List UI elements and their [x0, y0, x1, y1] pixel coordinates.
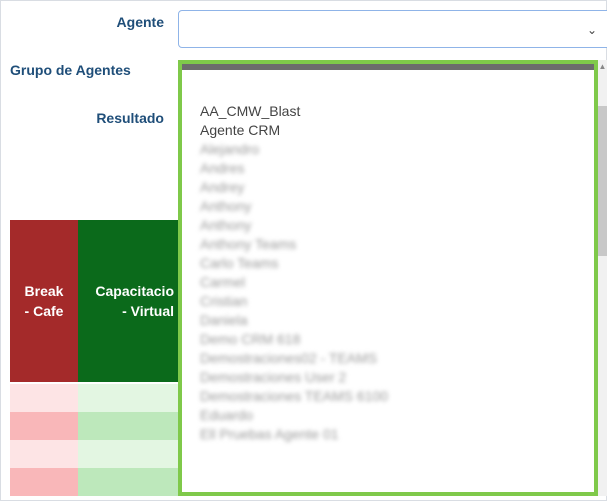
grupo-de-agentes-label: Grupo de Agentes	[10, 62, 131, 78]
capacitacion-virtual-header: Capacitacio - Virtual	[78, 220, 178, 382]
scroll-up-arrow-icon[interactable]: ▲	[598, 62, 607, 72]
dropdown-option[interactable]: Alejandro	[200, 140, 574, 159]
chevron-down-icon: ⌄	[586, 23, 597, 37]
dropdown-option[interactable]: Demo CRM 618	[200, 330, 574, 349]
dropdown-option[interactable]: Eduardo	[200, 406, 574, 425]
dropdown-option[interactable]: Demostraciones TEAMS 6100	[200, 387, 574, 406]
scrollbar-thumb[interactable]	[598, 106, 607, 256]
break-header-line1: Break	[24, 283, 64, 299]
dropdown-option[interactable]: Anthony Teams	[200, 235, 574, 254]
dropdown-option[interactable]: Andres	[200, 159, 574, 178]
table-cell-capacitacion	[78, 384, 178, 412]
dropdown-option[interactable]: Cristian	[200, 292, 574, 311]
cap-header-line1: Capacitacio	[95, 283, 174, 299]
table-cell-capacitacion	[78, 440, 178, 468]
dropdown-option[interactable]: Carlo Teams	[200, 254, 574, 273]
resultado-label: Resultado	[96, 110, 164, 126]
table-cell-capacitacion	[78, 468, 178, 496]
cap-header-line2: - Virtual	[122, 303, 174, 319]
dropdown-topbar	[182, 64, 594, 70]
dropdown-list: AA_CMW_Blast Agente CRM Alejandro Andres And…	[200, 102, 574, 444]
grupo-de-agentes-dropdown[interactable]: AA_CMW_Blast Agente CRM Alejandro Andres And…	[178, 60, 598, 496]
dropdown-option[interactable]: Daniela	[200, 311, 574, 330]
agente-select[interactable]: ⌄	[178, 10, 607, 48]
break-cafe-header: Break - Cafe	[10, 220, 78, 382]
dropdown-option[interactable]: Agente CRM	[200, 121, 574, 140]
dropdown-option[interactable]: AA_CMW_Blast	[200, 102, 574, 121]
dropdown-option[interactable]: Carmel	[200, 273, 574, 292]
break-header-line2: - Cafe	[24, 303, 64, 319]
table-cell-break	[10, 440, 78, 468]
agente-label: Agente	[116, 14, 164, 30]
dropdown-scrollbar[interactable]: ▲	[598, 60, 607, 496]
dropdown-option[interactable]: Ell Pruebas Agente 01	[200, 425, 574, 444]
dropdown-option[interactable]: Andrey	[200, 178, 574, 197]
table-cell-break	[10, 412, 78, 440]
table-cell-break	[10, 468, 78, 496]
dropdown-option[interactable]: Demostraciones User 2	[200, 368, 574, 387]
dropdown-option[interactable]: Anthony	[200, 197, 574, 216]
dropdown-option[interactable]: Anthony	[200, 216, 574, 235]
table-cell-break	[10, 384, 78, 412]
dropdown-option[interactable]: Demostraciones02 - TEAMS	[200, 349, 574, 368]
table-cell-capacitacion	[78, 412, 178, 440]
